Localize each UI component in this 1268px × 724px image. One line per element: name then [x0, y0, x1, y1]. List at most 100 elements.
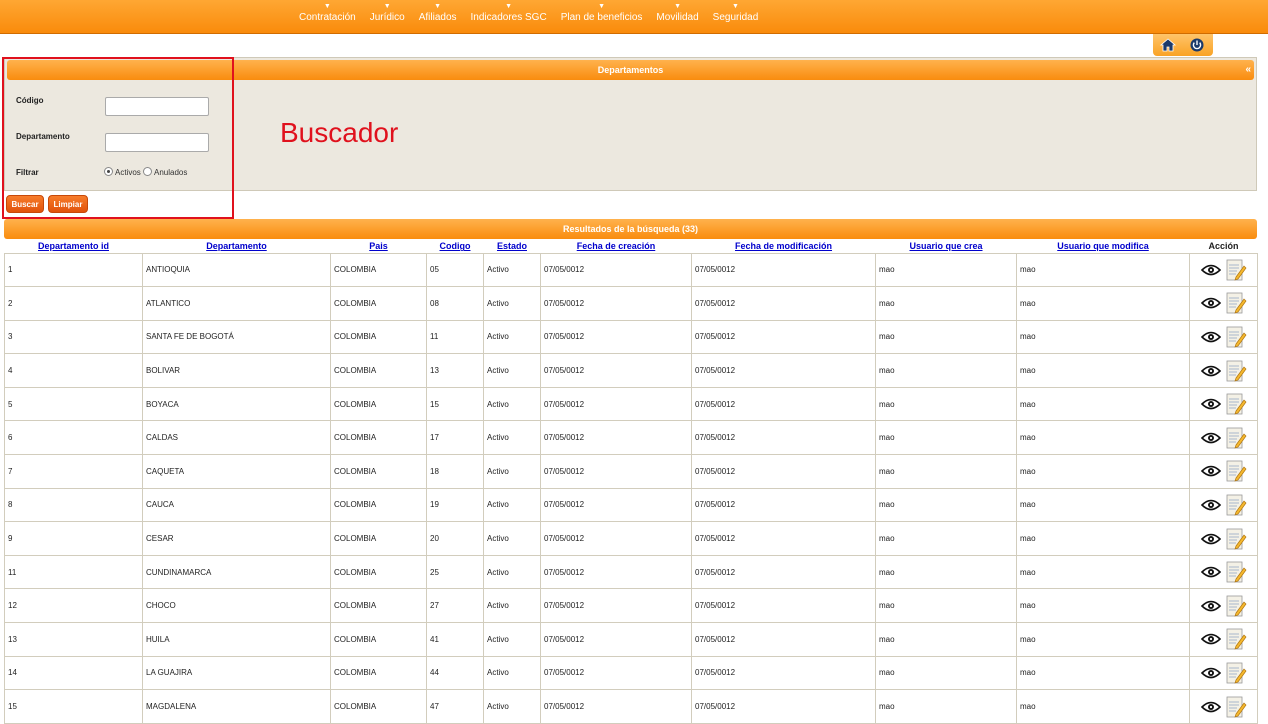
edit-icon[interactable] — [1225, 425, 1247, 451]
row-actions — [1190, 694, 1257, 720]
column-header-usuario-modifica[interactable]: Usuario que modifica — [1017, 240, 1190, 253]
edit-icon[interactable] — [1225, 257, 1247, 283]
row-actions — [1190, 391, 1257, 417]
column-header-usuario-crea[interactable]: Usuario que crea — [876, 240, 1017, 253]
cell-departamento: ATLANTICO — [142, 286, 331, 321]
home-icon[interactable] — [1159, 37, 1177, 53]
cell-codigo: 47 — [426, 689, 484, 724]
nav-item-seguridad[interactable]: ▼ Seguridad — [706, 2, 766, 25]
cell-departamento-id: 9 — [4, 521, 143, 556]
eye-icon[interactable] — [1200, 464, 1221, 478]
eye-icon[interactable] — [1200, 666, 1221, 680]
nav-menu: ▼ Contratación ▼ Jurídico ▼ Afiliados ▼ Indi… — [292, 2, 765, 25]
cell-departamento: CESAR — [142, 521, 331, 556]
eye-icon[interactable] — [1200, 565, 1221, 579]
cell-estado: Activo — [483, 655, 541, 691]
nav-item-plan-de-beneficios[interactable]: ▼ Plan de beneficios — [554, 2, 650, 25]
column-header-departamento-id[interactable]: Departamento id — [5, 240, 143, 253]
cell-departamento-id: 11 — [4, 554, 143, 590]
dropdown-arrow-icon: ▼ — [383, 3, 391, 10]
cell-codigo: 18 — [426, 454, 484, 489]
cell-usuario-crea: mao — [875, 588, 1017, 624]
column-header-departamento[interactable]: Departamento — [143, 240, 331, 253]
column-header-fecha-modificacion[interactable]: Fecha de modificación — [692, 240, 876, 253]
codigo-input[interactable] — [105, 97, 209, 116]
cell-departamento: CHOCO — [142, 588, 331, 624]
cell-fecha-creacion: 07/05/0012 — [540, 386, 692, 422]
cell-estado: Activo — [483, 588, 541, 624]
edit-icon[interactable] — [1225, 559, 1247, 585]
edit-icon[interactable] — [1225, 593, 1247, 619]
edit-icon[interactable] — [1225, 526, 1247, 552]
eye-icon[interactable] — [1200, 632, 1221, 646]
column-header-pais[interactable]: Pais — [331, 240, 427, 253]
column-header-estado[interactable]: Estado — [484, 240, 541, 253]
nav-item-movilidad[interactable]: ▼ Movilidad — [649, 2, 705, 25]
cell-accion — [1189, 554, 1258, 590]
cell-accion — [1189, 655, 1258, 691]
cell-codigo: 08 — [426, 286, 484, 321]
search-panel-header: Departamentos « — [7, 60, 1254, 80]
nav-item-juridico[interactable]: ▼ Jurídico — [363, 2, 412, 25]
edit-icon[interactable] — [1225, 694, 1247, 720]
nav-item-afiliados[interactable]: ▼ Afiliados — [412, 2, 464, 25]
edit-icon[interactable] — [1225, 458, 1247, 484]
row-actions — [1190, 559, 1257, 585]
eye-icon[interactable] — [1200, 498, 1221, 512]
collapse-icon[interactable]: « — [1245, 60, 1251, 80]
cell-usuario-modifica: mao — [1016, 588, 1190, 624]
column-header-codigo[interactable]: Codigo — [427, 240, 484, 253]
edit-icon[interactable] — [1225, 660, 1247, 686]
edit-icon[interactable] — [1225, 324, 1247, 350]
table-row: 11 CUNDINAMARCA COLOMBIA 25 Activo 07/05/0012… — [4, 554, 1258, 590]
buscar-button[interactable]: Buscar — [6, 195, 44, 213]
limpiar-button[interactable]: Limpiar — [48, 195, 88, 213]
radio-anulados[interactable] — [143, 167, 152, 176]
edit-icon[interactable] — [1225, 626, 1247, 652]
departamento-input[interactable] — [105, 133, 209, 152]
column-header-fecha-creacion[interactable]: Fecha de creación — [541, 240, 692, 253]
cell-accion — [1189, 286, 1258, 321]
edit-icon[interactable] — [1225, 492, 1247, 518]
cell-usuario-crea: mao — [875, 655, 1017, 691]
edit-icon[interactable] — [1225, 358, 1247, 384]
cell-fecha-modificacion: 07/05/0012 — [691, 588, 876, 624]
eye-icon[interactable] — [1200, 431, 1221, 445]
radio-activos[interactable] — [104, 167, 113, 176]
cell-usuario-crea: mao — [875, 286, 1017, 321]
cell-fecha-creacion: 07/05/0012 — [540, 689, 692, 724]
cell-fecha-creacion: 07/05/0012 — [540, 420, 692, 456]
cell-fecha-modificacion: 07/05/0012 — [691, 521, 876, 556]
eye-icon[interactable] — [1200, 330, 1221, 344]
nav-item-indicadores-sgc[interactable]: ▼ Indicadores SGC — [464, 2, 554, 25]
eye-icon[interactable] — [1200, 296, 1221, 310]
cell-usuario-modifica: mao — [1016, 286, 1190, 321]
edit-icon[interactable] — [1225, 391, 1247, 417]
row-actions — [1190, 626, 1257, 652]
cell-departamento-id: 6 — [4, 420, 143, 456]
top-navigation-bar: ▼ Contratación ▼ Jurídico ▼ Afiliados ▼ Indi… — [0, 0, 1268, 34]
annotation-label: Buscador — [280, 117, 399, 148]
nav-item-contratacion[interactable]: ▼ Contratación — [292, 2, 363, 25]
cell-usuario-crea: mao — [875, 622, 1017, 657]
row-actions — [1190, 290, 1257, 316]
eye-icon[interactable] — [1200, 364, 1221, 378]
table-row: 14 LA GUAJIRA COLOMBIA 44 Activo 07/05/0012 07… — [4, 655, 1258, 691]
cell-fecha-creacion: 07/05/0012 — [540, 353, 692, 388]
eye-icon[interactable] — [1200, 700, 1221, 714]
cell-fecha-creacion: 07/05/0012 — [540, 487, 692, 523]
cell-codigo: 17 — [426, 420, 484, 456]
cell-accion — [1189, 487, 1258, 523]
results-table: Departamento id Departamento Pais Codigo… — [4, 240, 1258, 724]
eye-icon[interactable] — [1200, 263, 1221, 277]
cell-fecha-creacion: 07/05/0012 — [540, 521, 692, 556]
cell-usuario-modifica: mao — [1016, 252, 1190, 288]
cell-fecha-modificacion: 07/05/0012 — [691, 689, 876, 724]
eye-icon[interactable] — [1200, 599, 1221, 613]
row-actions — [1190, 257, 1257, 283]
cell-accion — [1189, 521, 1258, 556]
power-icon[interactable] — [1188, 37, 1206, 53]
eye-icon[interactable] — [1200, 397, 1221, 411]
eye-icon[interactable] — [1200, 532, 1221, 546]
edit-icon[interactable] — [1225, 290, 1247, 316]
